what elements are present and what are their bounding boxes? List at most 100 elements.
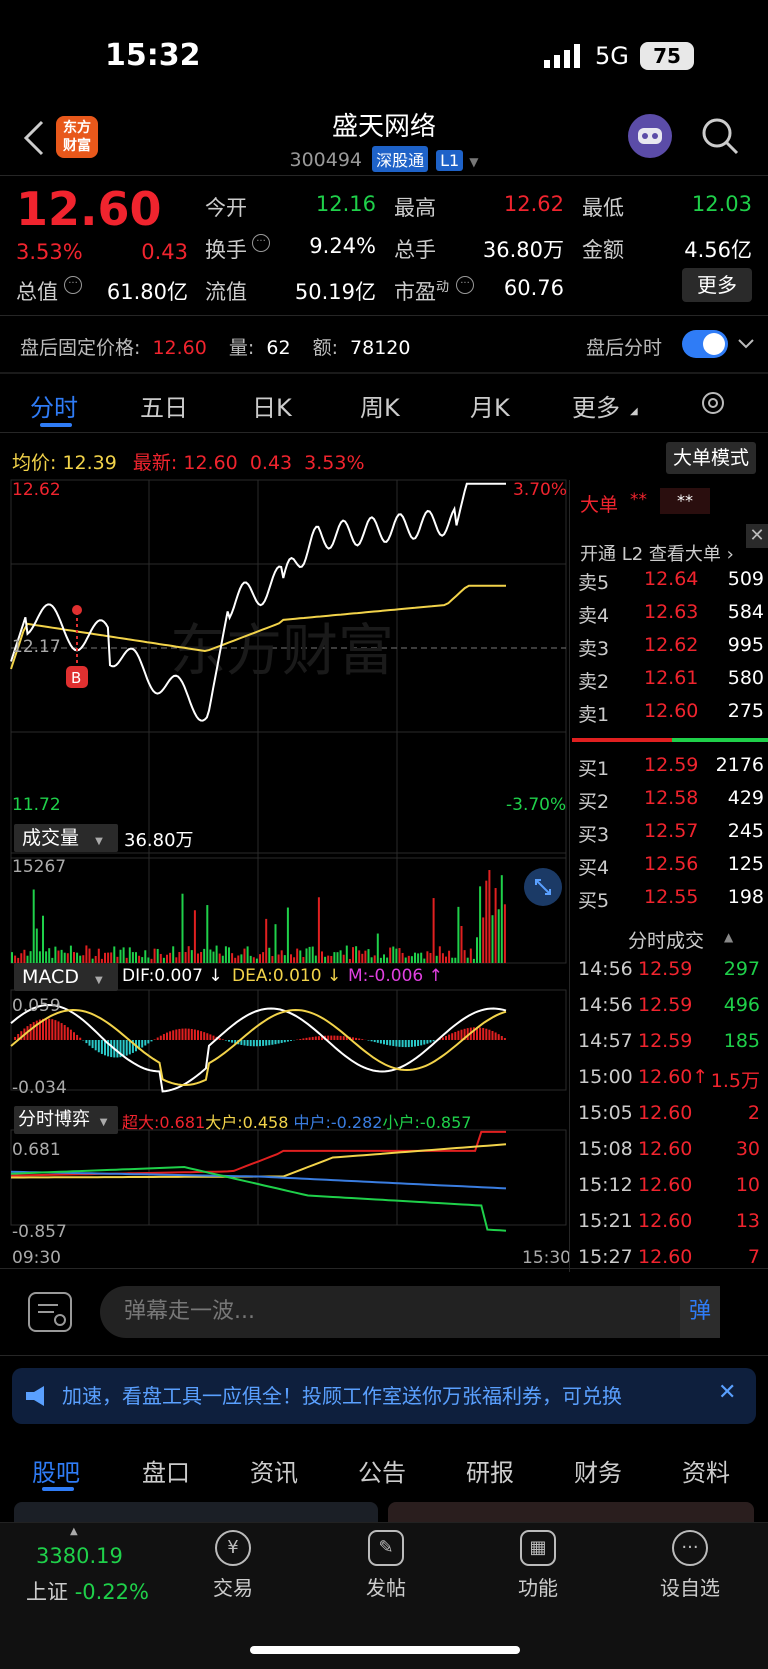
notice-banner[interactable]: 加速，看盘工具一应俱全！投顾工作室送你万张福利券，可兑换 <box>12 1368 756 1424</box>
tab-research[interactable]: 研报 <box>466 1453 514 1488</box>
macd-bar <box>339 1035 342 1040</box>
volume-bar <box>162 957 165 963</box>
tab-handicap[interactable]: 盘口 <box>142 1453 190 1488</box>
volume-bar <box>144 950 147 963</box>
volume-bar <box>454 957 457 963</box>
volume-bar <box>11 952 13 963</box>
big-order-mode-button[interactable]: 大单模式 <box>666 442 756 474</box>
game-indicator-selector[interactable]: 分时博弈 ▼ <box>14 1106 118 1134</box>
volume-bar <box>234 957 237 963</box>
macd-bar <box>503 1038 506 1040</box>
macd-bar <box>231 1040 234 1043</box>
volume-bar <box>38 951 41 963</box>
volume-bar <box>190 950 193 963</box>
l2-upgrade-link[interactable]: 开通 L2 查看大单 › <box>580 540 734 566</box>
volume-bar <box>317 897 320 963</box>
volume-bar <box>429 952 432 963</box>
volume-bar <box>128 947 131 963</box>
notice-close-icon[interactable]: ✕ <box>718 1380 737 1405</box>
index-row[interactable]: 上证 -0.22% <box>26 1576 149 1606</box>
macd-bar <box>224 1040 227 1041</box>
macd-bar <box>116 1040 119 1058</box>
volume-bar <box>426 951 429 963</box>
trade-price: 12.60 <box>638 1102 693 1124</box>
volume-bar <box>193 910 196 963</box>
macd-bar <box>491 1030 494 1040</box>
tab-news[interactable]: 资讯 <box>250 1453 298 1488</box>
tab-profile[interactable]: 资料 <box>682 1453 730 1488</box>
volume-bar <box>286 907 289 963</box>
volume-indicator-selector[interactable]: 成交量 ▼ <box>14 824 118 852</box>
info-icon[interactable]: ··· <box>456 276 474 294</box>
macd-bar <box>51 1019 54 1040</box>
after-hours-toggle[interactable] <box>682 330 728 358</box>
function-button[interactable]: ▦ 功能 <box>488 1530 588 1601</box>
trade-volume: 13 <box>735 1210 760 1232</box>
trade-button[interactable]: ¥ 交易 <box>183 1530 283 1601</box>
macd-bar <box>197 1030 199 1040</box>
macd-bar <box>283 1040 286 1043</box>
trade-time: 15:05 <box>578 1102 633 1124</box>
index-expand-triangle-icon[interactable]: ▲ <box>70 1526 78 1537</box>
expand-icon[interactable] <box>524 868 562 906</box>
volume-bar <box>141 957 144 963</box>
change-percent: 3.53% <box>16 240 83 264</box>
trades-title[interactable]: 分时成交 <box>628 926 704 953</box>
volume-bar <box>448 950 451 963</box>
post-button[interactable]: ✎ 发帖 <box>336 1530 436 1601</box>
macd-bar <box>454 1031 457 1040</box>
volume-bar <box>181 893 184 963</box>
volume-bar <box>500 875 503 963</box>
tab-five-day[interactable]: 五日 <box>140 388 188 423</box>
settings-gear-icon[interactable] <box>698 388 728 422</box>
volume-bar <box>485 880 488 963</box>
info-icon[interactable]: ··· <box>252 234 270 252</box>
macd-bar <box>181 1028 184 1040</box>
chevron-down-icon[interactable] <box>736 334 756 358</box>
close-icon[interactable]: ✕ <box>746 524 768 548</box>
intraday-chart[interactable]: 东方财富 B <box>0 440 570 1270</box>
volume-bar <box>138 955 141 963</box>
tab-weekly-k[interactable]: 周K <box>360 388 400 423</box>
tab-finance[interactable]: 财务 <box>574 1453 622 1488</box>
macd-bar <box>395 1040 398 1047</box>
tab-intraday[interactable]: 分时 <box>30 388 78 423</box>
tab-announcement[interactable]: 公告 <box>358 1453 406 1488</box>
danmu-send-button[interactable]: 弹 <box>680 1286 720 1338</box>
search-icon[interactable] <box>700 116 740 160</box>
game-legend: 超大:0.681大户:0.458 中户:-0.282小户:-0.857 <box>122 1109 471 1133</box>
danmu-settings-icon[interactable] <box>28 1292 72 1332</box>
more-quote-button[interactable]: 更多 <box>682 268 752 302</box>
macd-bar <box>370 1040 373 1042</box>
macd-bar <box>401 1040 404 1048</box>
volume-bar <box>79 955 82 963</box>
dropdown-triangle-icon: ▼ <box>99 1117 108 1128</box>
tab-forum[interactable]: 股吧 <box>32 1453 80 1488</box>
volume-bar <box>119 949 122 963</box>
chevron-up-icon[interactable]: ▲ <box>724 930 733 944</box>
add-watchlist-button[interactable]: ··· 设自选 <box>640 1530 740 1601</box>
trade-price: 12.60 <box>638 1246 693 1268</box>
macd-dea: DEA:0.010 ↓ <box>232 966 342 986</box>
danmu-input[interactable]: 弹幕走一波... <box>100 1286 720 1338</box>
macd-bar <box>429 1040 432 1043</box>
after-hours-toggle-label: 盘后分时 <box>586 337 663 359</box>
trade-volume: 2 <box>747 1102 760 1124</box>
trade-price: 12.60 <box>638 1210 693 1232</box>
macd-bar <box>274 1040 277 1045</box>
volume-bar <box>131 952 134 963</box>
robot-assistant-icon[interactable] <box>628 114 672 158</box>
volume-bar <box>218 953 221 963</box>
info-icon[interactable]: ··· <box>64 276 82 294</box>
macd-bar <box>410 1040 413 1047</box>
after-hours-amt: 78120 <box>350 337 411 359</box>
macd-bar <box>379 1040 382 1044</box>
macd-bar <box>333 1035 336 1040</box>
tab-monthly-k[interactable]: 月K <box>470 388 510 423</box>
macd-indicator-selector[interactable]: MACD ▼ <box>14 963 118 991</box>
macd-bar <box>308 1037 311 1040</box>
post-label: 发帖 <box>366 1576 406 1600</box>
tab-more[interactable]: 更多 <box>572 388 620 423</box>
index-value[interactable]: 3380.19 <box>36 1544 123 1568</box>
tab-daily-k[interactable]: 日K <box>252 388 292 423</box>
